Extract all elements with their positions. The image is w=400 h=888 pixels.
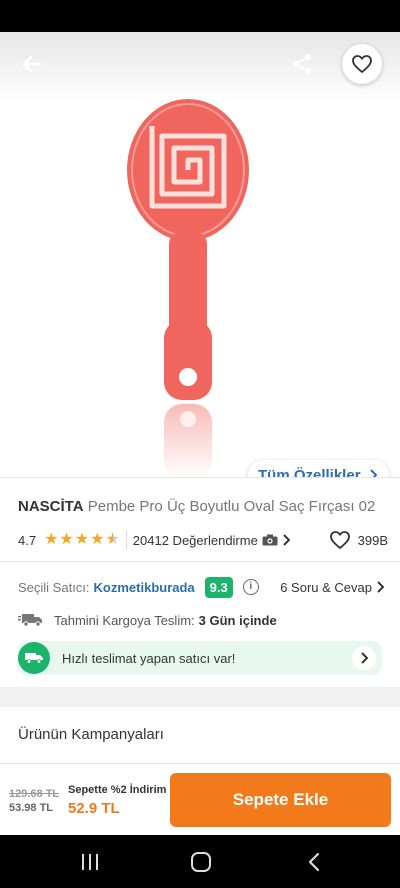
home-button[interactable] <box>181 847 221 877</box>
fast-delivery-banner[interactable]: Hızlı teslimat yapan satıcı var! <box>17 641 382 675</box>
seller-label: Seçili Satıcı: <box>18 579 90 595</box>
product-image <box>127 99 249 477</box>
star-icon: ★ <box>74 531 90 548</box>
info-icon[interactable]: i <box>242 579 259 595</box>
fast-delivery-text: Hızlı teslimat yapan satıcı var! <box>62 650 236 666</box>
divider <box>125 530 127 550</box>
product-info-section: NASCİTA Pembe Pro Üç Boyutlu Oval Saç Fı… <box>0 477 400 687</box>
chevron-left-icon <box>308 852 320 872</box>
all-features-button[interactable]: Tüm Özellikler <box>248 460 389 477</box>
truck-icon <box>18 614 42 627</box>
shipping-days: 3 Gün içinde <box>198 612 277 628</box>
back-button[interactable] <box>12 46 52 82</box>
favorite-count-group[interactable]: 399B <box>329 531 388 549</box>
add-to-cart-button[interactable]: Sepete Ekle <box>170 773 391 827</box>
home-icon <box>191 852 211 872</box>
discounted-price: 53.98 TL <box>9 802 54 814</box>
product-brand[interactable]: NASCİTA <box>18 498 84 515</box>
favorite-button[interactable] <box>342 44 382 84</box>
system-navigation-bar <box>0 835 400 888</box>
seller-name-link[interactable]: Kozmetikburada <box>94 580 195 595</box>
product-image-gallery[interactable]: Tüm Özellikler <box>0 32 400 477</box>
fast-delivery-arrow <box>352 646 376 670</box>
product-title: NASCİTA Pembe Pro Üç Boyutlu Oval Saç Fı… <box>18 498 388 515</box>
chevron-right-icon <box>369 469 377 477</box>
star-icon: ★ <box>59 531 74 548</box>
share-button[interactable] <box>282 46 322 82</box>
seller-score-badge: 9.3 <box>204 576 233 598</box>
star-icon: ★ <box>90 531 105 548</box>
rating-stars: ★ ★ ★ ★ ★ <box>44 532 120 548</box>
campaigns-section: Ürünün Kampanyaları <box>0 707 400 763</box>
section-gap <box>0 687 400 707</box>
fast-delivery-badge <box>18 642 50 674</box>
divider <box>0 561 400 562</box>
qa-label: 6 Soru & Cevap <box>280 579 372 595</box>
back-nav-button[interactable] <box>294 847 334 877</box>
chevron-right-icon <box>283 534 290 546</box>
final-price: 52.9 TL <box>68 800 120 817</box>
shipping-label: Tahmini Kargoya Teslim: <box>54 612 195 628</box>
seller-row: Seçili Satıcı: Kozmetikburada 9.3 i 6 So… <box>18 575 384 599</box>
recent-apps-icon <box>82 854 98 870</box>
product-name: Pembe Pro Üç Boyutlu Oval Saç Fırçası 02 <box>87 498 376 515</box>
arrow-left-icon <box>22 55 42 73</box>
share-icon <box>293 54 311 74</box>
favorite-count: 399B <box>357 532 388 548</box>
chevron-right-icon <box>361 652 368 664</box>
campaigns-title: Ürünün Kampanyaları <box>18 726 164 743</box>
questions-answers-link[interactable]: 6 Soru & Cevap <box>280 580 384 595</box>
rating-row: 4.7 ★ ★ ★ ★ ★ 20412 Değerlendirme 399B <box>18 530 388 550</box>
shipping-row: Tahmini Kargoya Teslim: 3 Gün içinde <box>18 609 384 631</box>
recent-apps-button[interactable] <box>70 847 110 877</box>
review-count: 20412 Değerlendirme <box>132 532 258 548</box>
heart-outline-icon <box>329 531 350 549</box>
camera-icon <box>262 534 278 546</box>
half-star-icon: ★ <box>105 531 120 548</box>
cart-promo-label: Sepette %2 İndirim <box>68 784 167 796</box>
star-icon: ★ <box>44 531 59 548</box>
all-features-label: Tüm Özellikler <box>258 466 361 478</box>
heart-outline-icon <box>352 55 372 73</box>
reviews-link[interactable]: 20412 Değerlendirme <box>133 533 290 548</box>
status-bar <box>0 0 400 32</box>
old-price: 129.68 TL <box>9 788 60 800</box>
truck-icon <box>25 653 43 664</box>
chevron-right-icon <box>377 581 384 593</box>
bottom-purchase-bar: 129.68 TL 53.98 TL Sepette %2 İndirim 52… <box>0 763 400 835</box>
rating-value: 4.7 <box>18 532 37 548</box>
